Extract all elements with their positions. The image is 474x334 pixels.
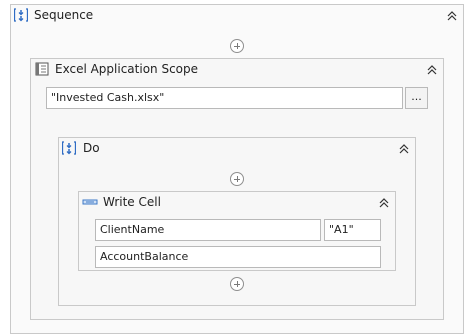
workbook-path-input[interactable]: "Invested Cash.xlsx" (46, 87, 403, 109)
add-activity-icon[interactable] (230, 277, 244, 291)
excel-scope-header[interactable]: Excel Application Scope (31, 59, 443, 81)
chevron-double-up-icon[interactable] (397, 142, 411, 156)
excel-scope-icon (35, 62, 49, 76)
range-input[interactable]: "A1" (324, 219, 381, 241)
chevron-double-up-icon[interactable] (425, 63, 439, 77)
add-activity-icon[interactable] (230, 39, 244, 53)
sequence-title: Sequence (34, 8, 94, 22)
write-cell-header[interactable]: Write Cell (79, 192, 395, 214)
sequence-header[interactable]: Sequence (11, 5, 463, 27)
sequence-icon (62, 141, 76, 155)
sheet-name-input[interactable]: ClientName (95, 219, 321, 241)
browse-button[interactable]: ... (405, 87, 428, 109)
chevron-double-up-icon[interactable] (377, 196, 391, 210)
do-title: Do (83, 141, 100, 155)
write-cell-icon (82, 199, 98, 205)
excel-scope-title: Excel Application Scope (55, 62, 199, 76)
value-input[interactable]: AccountBalance (95, 246, 381, 268)
chevron-double-up-icon[interactable] (445, 9, 459, 23)
write-cell-title: Write Cell (103, 195, 161, 209)
do-header[interactable]: Do (59, 138, 415, 160)
sequence-icon (14, 8, 28, 22)
add-activity-icon[interactable] (230, 172, 244, 186)
